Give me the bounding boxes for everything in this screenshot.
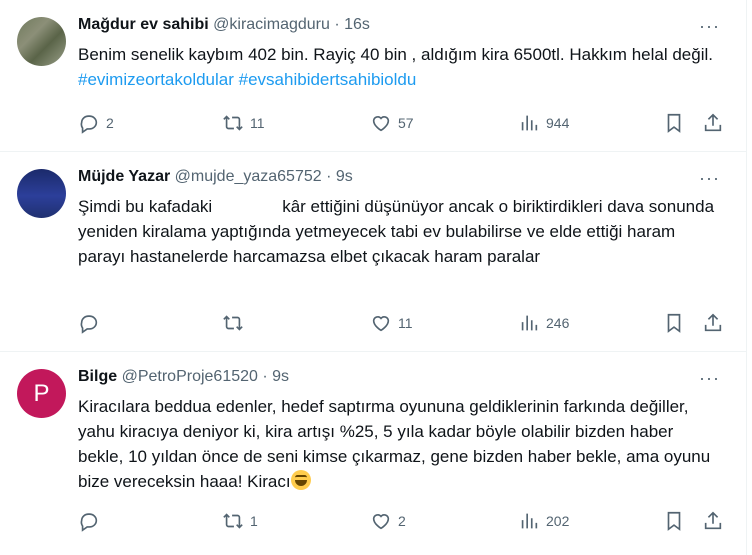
share-icon	[704, 511, 722, 530]
tweet-text: Kiracılara beddua edenler, hedef saptırm…	[78, 394, 718, 494]
bookmark-icon	[667, 511, 681, 531]
retweet-icon	[223, 115, 243, 131]
reply-count: 2	[106, 115, 114, 131]
separator: ·	[257, 368, 273, 385]
like-count: 11	[398, 315, 413, 331]
retweet-icon	[223, 315, 243, 331]
bookmark-button[interactable]	[663, 112, 685, 134]
reply-icon	[80, 115, 98, 134]
share-icon	[704, 113, 722, 132]
views-chart-icon	[521, 115, 538, 131]
retweet-count: 1	[250, 513, 258, 529]
reply-button[interactable]	[78, 312, 106, 334]
timestamp[interactable]: 9s	[336, 168, 353, 185]
tweet-actions: 11 246	[78, 312, 728, 336]
tweet-text-body: Şimdi bu kafadaki	[78, 197, 213, 216]
separator: ·	[321, 168, 336, 185]
like-button[interactable]: 2	[370, 510, 406, 532]
avatar[interactable]	[17, 17, 66, 66]
like-button[interactable]: 57	[370, 112, 414, 134]
like-count: 57	[398, 115, 414, 131]
retweet-button[interactable]	[222, 312, 250, 334]
handle[interactable]: @PetroProje61520	[122, 368, 258, 385]
share-button[interactable]	[702, 510, 724, 532]
hashtag-link[interactable]: #evsahibidertsahibioldu	[239, 70, 417, 89]
tweet-actions: 2 11 57 944	[78, 112, 728, 136]
retweet-button[interactable]: 1	[222, 510, 258, 532]
tweet-feed: Mağdur ev sahibi @kiracimagduru · 16s ··…	[0, 0, 747, 555]
reply-icon	[80, 315, 98, 334]
avatar[interactable]	[17, 169, 66, 218]
reply-icon	[80, 513, 98, 532]
bookmark-button[interactable]	[663, 312, 685, 334]
like-count: 2	[398, 513, 406, 529]
bookmark-button[interactable]	[663, 510, 685, 532]
heart-icon	[372, 316, 390, 332]
tweet-header: Müjde Yazar @mujde_yaza65752 · 9s	[78, 168, 353, 186]
timestamp[interactable]: 9s	[272, 368, 289, 385]
tweet-text: Benim senelik kaybım 402 bin. Rayiç 40 b…	[78, 42, 718, 92]
display-name[interactable]: Bilge	[78, 368, 117, 385]
retweet-button[interactable]: 11	[222, 112, 265, 134]
tweet-actions: 1 2 202	[78, 510, 728, 534]
share-button[interactable]	[702, 112, 724, 134]
bookmark-icon	[667, 113, 681, 133]
grinning-squinting-face-icon	[290, 470, 311, 490]
handle[interactable]: @kiracimagduru	[213, 16, 330, 33]
view-count: 246	[546, 315, 570, 331]
tweet-text: Şimdi bu kafadaki kâr ettiğini düşünüyor …	[78, 194, 718, 269]
timestamp[interactable]: 16s	[344, 16, 370, 33]
tweet-text-body: Kiracılara beddua edenler, hedef saptırm…	[78, 397, 711, 491]
retweet-count: 11	[250, 115, 265, 131]
retweet-icon	[223, 513, 243, 529]
hashtag-link[interactable]: #evimizeortakoldular	[78, 70, 234, 89]
tweet-text-body: Benim senelik kaybım 402 bin. Rayiç 40 b…	[78, 45, 713, 64]
like-button[interactable]: 11	[370, 312, 413, 334]
more-options-icon[interactable]: ···	[699, 16, 720, 37]
separator: ·	[329, 16, 345, 33]
tweet[interactable]: P Bilge @PetroProje61520 · 9s ··· Kiracı…	[0, 352, 746, 555]
more-options-icon[interactable]: ···	[699, 168, 720, 189]
views-button[interactable]: 944	[518, 112, 569, 134]
heart-icon	[372, 514, 390, 530]
tweet-header: Mağdur ev sahibi @kiracimagduru · 16s	[78, 16, 370, 34]
views-chart-icon	[521, 513, 538, 529]
tweet-header: Bilge @PetroProje61520 · 9s	[78, 368, 289, 386]
view-count: 944	[546, 115, 570, 131]
display-name[interactable]: Mağdur ev sahibi	[78, 16, 209, 33]
heart-icon	[372, 116, 390, 132]
more-options-icon[interactable]: ···	[699, 368, 720, 389]
view-count: 202	[546, 513, 570, 529]
tweet[interactable]: Mağdur ev sahibi @kiracimagduru · 16s ··…	[0, 0, 746, 152]
bookmark-icon	[667, 313, 681, 333]
reply-button[interactable]	[78, 510, 106, 532]
display-name[interactable]: Müjde Yazar	[78, 168, 170, 185]
reply-button[interactable]: 2	[78, 112, 114, 134]
avatar[interactable]: P	[17, 369, 66, 418]
views-button[interactable]: 246	[518, 312, 569, 334]
tweet[interactable]: Müjde Yazar @mujde_yaza65752 · 9s ··· Şi…	[0, 152, 746, 352]
handle[interactable]: @mujde_yaza65752	[175, 168, 322, 185]
share-button[interactable]	[702, 312, 724, 334]
share-icon	[704, 313, 722, 332]
views-button[interactable]: 202	[518, 510, 569, 532]
views-chart-icon	[521, 315, 538, 331]
